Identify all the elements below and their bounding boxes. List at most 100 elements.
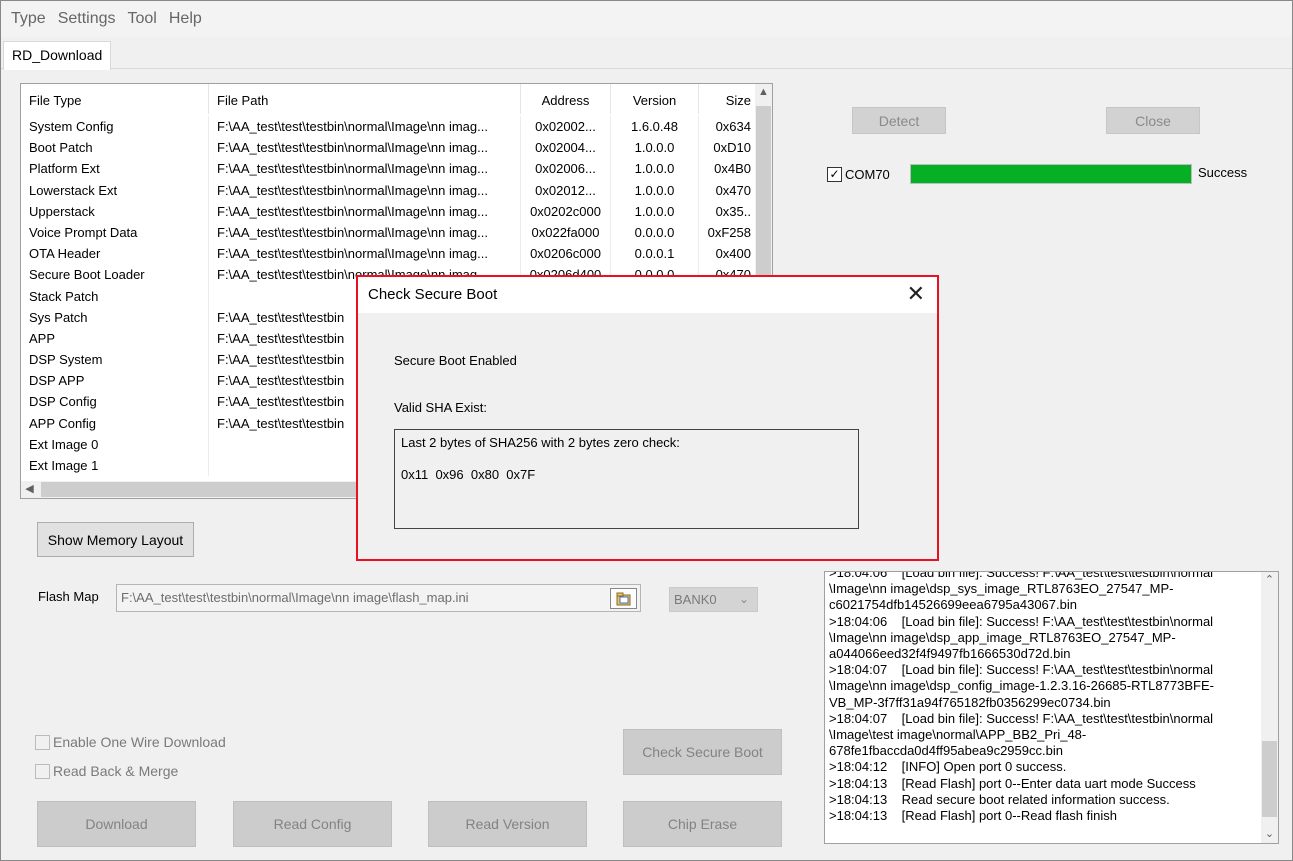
cell-address: 0x02002... [521,116,611,138]
table-row[interactable]: OTA Header F:\AA_test\test\testbin\normal… [21,243,756,265]
header-version[interactable]: Version [611,84,699,114]
log-scrollbar[interactable]: ⌃ ⌄ [1261,572,1278,843]
bank-select-value: BANK0 [674,592,717,607]
check-secure-boot-dialog: Check Secure Boot ✕ Secure Boot Enabled … [356,275,939,561]
scroll-thumb-horizontal[interactable] [41,482,381,497]
cell-size: 0x470 [699,179,756,201]
log-line: >18:04:06 [Load bin file]: Success! F:\A… [829,571,1214,580]
one-wire-option[interactable]: Enable One Wire Download [35,733,226,751]
bank-select[interactable]: BANK0 ⌄ [669,587,758,612]
secure-boot-status: Secure Boot Enabled [394,353,517,368]
one-wire-checkbox[interactable] [35,734,50,750]
cell-address: 0x022fa000 [521,221,611,244]
chevron-down-icon: ⌄ [738,592,749,606]
header-address[interactable]: Address [521,84,611,114]
header-file-type[interactable]: File Type [21,84,209,114]
dialog-title: Check Secure Boot [368,286,498,303]
one-wire-label: Enable One Wire Download [53,734,226,750]
log-scroll-thumb[interactable] [1262,741,1277,817]
cell-version: 1.0.0.0 [611,200,699,222]
cell-file-type: Sys Patch [21,306,209,328]
flash-map-label: Flash Map [38,589,99,604]
tab-strip: RD_Download [1,37,1292,70]
cell-file-path: F:\AA_test\test\testbin\normal\Image\nn … [209,158,521,180]
log-panel[interactable]: >18:04:06 [Load bin file]: Success! F:\A… [824,571,1279,844]
cell-size: 0xF258 [699,221,756,244]
table-row[interactable]: Platform Ext F:\AA_test\test\testbin\norm… [21,158,756,180]
log-line: VB_MP-3f7ff31a94f765182fb0356299ec0734.b… [829,694,1111,710]
log-line: \Image\nn image\dsp_sys_image_RTL8763EO_… [829,581,1174,597]
table-row[interactable]: System Config F:\AA_test\test\testbin\nor… [21,116,756,138]
cell-size: 0x400 [699,243,756,265]
scroll-down-icon[interactable]: ⌄ [1261,826,1278,843]
scroll-up-icon[interactable]: ▲ [755,84,772,101]
show-memory-layout-button[interactable]: Show Memory Layout [37,522,194,557]
log-line: >18:04:13 [Read Flash] port 0--Read flas… [829,808,1117,824]
cell-file-type: DSP System [21,349,209,371]
close-button[interactable]: Close [1106,107,1200,134]
port-checkbox[interactable]: ✓ [827,166,842,182]
cell-version: 1.0.0.0 [611,158,699,180]
log-line: >18:04:06 [Load bin file]: Success! F:\A… [829,613,1214,629]
valid-sha-label: Valid SHA Exist: [394,400,487,415]
cell-file-type: DSP Config [21,391,209,413]
log-line: >18:04:07 [Load bin file]: Success! F:\A… [829,662,1214,678]
read-back-option[interactable]: Read Back & Merge [35,762,178,780]
detect-button[interactable]: Detect [852,107,946,134]
folder-icon[interactable] [610,588,637,609]
close-icon[interactable]: ✕ [907,282,925,306]
scroll-left-icon[interactable]: ◀ [21,481,38,498]
cell-file-type: Secure Boot Loader [21,264,209,286]
header-size[interactable]: Size [699,84,756,114]
table-row[interactable]: Voice Prompt Data F:\AA_test\test\testbin… [21,221,756,244]
menu-settings[interactable]: Settings [54,10,124,28]
cell-file-type: Boot Patch [21,137,209,159]
download-button[interactable]: Download [37,801,196,847]
tab-rd-download[interactable]: RD_Download [3,41,112,70]
cell-file-type: Ext Image 1 [21,455,209,477]
cell-version: 1.0.0.0 [611,137,699,159]
cell-file-path: F:\AA_test\test\testbin\normal\Image\nn … [209,221,521,244]
menu-type[interactable]: Type [7,10,54,28]
cell-file-type: APP [21,327,209,350]
cell-address: 0x0206c000 [521,243,611,265]
check-secure-boot-button[interactable]: Check Secure Boot [623,729,782,775]
port-status: Success [1198,165,1248,180]
dialog-titlebar: Check Secure Boot ✕ [358,277,937,313]
cell-file-type: DSP APP [21,370,209,392]
read-config-button[interactable]: Read Config [233,801,392,847]
read-back-checkbox[interactable] [35,763,50,779]
cell-address: 0x02012... [521,179,611,201]
menu-help[interactable]: Help [165,10,210,28]
cell-file-type: Upperstack [21,200,209,222]
cell-file-type: Platform Ext [21,158,209,180]
scroll-up-icon[interactable]: ⌃ [1261,572,1278,589]
app-window: Type Settings Tool Help RD_Download File… [0,0,1293,861]
sha-value: 0x11 0x96 0x80 0x7F [401,467,536,482]
cell-file-type: Stack Patch [21,285,209,307]
log-line: \Image\nn image\dsp_config_image-1.2.3.1… [829,678,1214,694]
read-version-button[interactable]: Read Version [428,801,587,847]
chip-erase-button[interactable]: Chip Erase [623,801,782,847]
log-line: >18:04:13 Read secure boot related infor… [829,791,1170,807]
cell-version: 1.6.0.48 [611,116,699,138]
menu-tool[interactable]: Tool [124,10,165,28]
flash-map-input[interactable]: F:\AA_test\test\testbin\normal\Image\nn … [116,584,641,612]
cell-file-type: Lowerstack Ext [21,179,209,201]
header-file-path[interactable]: File Path [209,84,521,114]
cell-size: 0x4B0 [699,158,756,180]
sha-group-box: Last 2 bytes of SHA256 with 2 bytes zero… [394,429,859,529]
table-row[interactable]: Upperstack F:\AA_test\test\testbin\normal… [21,200,756,222]
sha-title: Last 2 bytes of SHA256 with 2 bytes zero… [401,435,680,450]
cell-file-type: APP Config [21,412,209,434]
cell-file-type: Voice Prompt Data [21,221,209,244]
log-line: \Image\nn image\dsp_app_image_RTL8763EO_… [829,629,1176,645]
table-row[interactable]: Lowerstack Ext F:\AA_test\test\testbin\no… [21,179,756,201]
cell-version: 1.0.0.0 [611,179,699,201]
cell-version: 0.0.0.1 [611,243,699,265]
read-back-label: Read Back & Merge [53,763,179,779]
table-row[interactable]: Boot Patch F:\AA_test\test\testbin\normal… [21,137,756,159]
log-line: >18:04:13 [Read Flash] port 0--Enter dat… [829,775,1196,791]
port-label: COM70 [845,166,890,182]
cell-file-type: OTA Header [21,243,209,265]
